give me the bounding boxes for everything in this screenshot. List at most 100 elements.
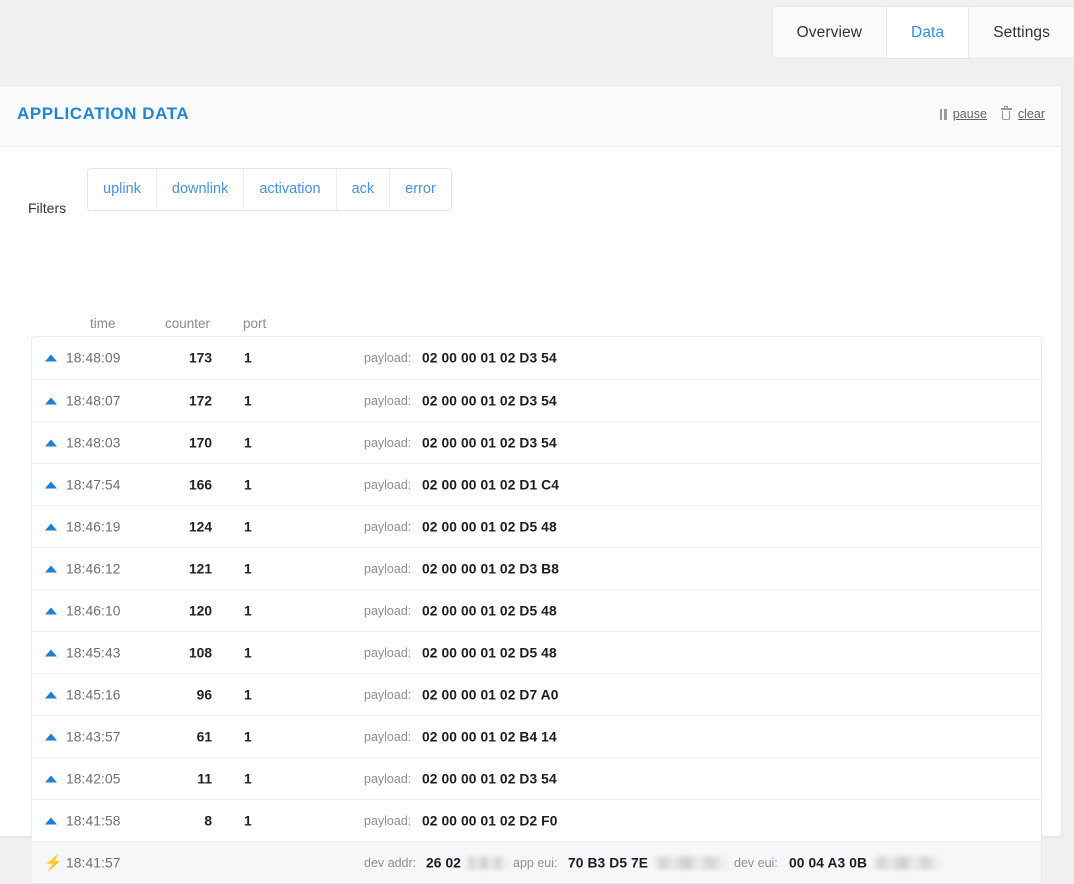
row-port: 1 <box>244 687 252 702</box>
dev-eui-value: 00 04 A3 0B <box>789 855 946 870</box>
dev-eui-label: dev eui: <box>734 856 778 870</box>
row-port: 1 <box>244 519 252 534</box>
row-time: 18:41:57 <box>66 855 121 870</box>
filter-downlink[interactable]: downlink <box>157 169 244 210</box>
tab-overview[interactable]: Overview <box>773 7 887 58</box>
app-eui-text: 70 B3 D5 7E <box>568 855 648 870</box>
row-counter: 124 <box>152 519 212 534</box>
row-port: 1 <box>244 393 252 408</box>
row-port: 1 <box>244 561 252 576</box>
card-header: APPLICATION DATA pause clear <box>0 86 1061 147</box>
payload-value: 02 00 00 01 02 B4 14 <box>422 729 557 744</box>
payload-label: payload: <box>364 562 411 576</box>
table-row[interactable]: 18:47:541661payload:02 00 00 01 02 D1 C4 <box>32 463 1041 505</box>
uplink-arrow-icon <box>45 481 57 488</box>
filters-row: Filters uplink downlink activation ack e… <box>0 168 1061 224</box>
payload-label: payload: <box>364 646 411 660</box>
payload-label: payload: <box>364 436 411 450</box>
row-time: 18:45:16 <box>66 687 121 702</box>
filter-uplink[interactable]: uplink <box>88 169 157 210</box>
uplink-arrow-icon <box>45 691 57 698</box>
table-column-headers: time counter port <box>31 316 1042 336</box>
row-counter: 173 <box>152 351 212 366</box>
row-counter: 172 <box>152 393 212 408</box>
table-row[interactable]: 18:48:031701payload:02 00 00 01 02 D3 54 <box>32 421 1041 463</box>
row-time: 18:45:43 <box>66 645 121 660</box>
tab-data-label: Data <box>911 24 944 42</box>
dev-eui-text: 00 04 A3 0B <box>789 855 867 870</box>
row-time: 18:42:05 <box>66 771 121 786</box>
table-row[interactable]: 18:48:091731payload:02 00 00 01 02 D3 54 <box>32 337 1041 379</box>
filter-ack[interactable]: ack <box>337 169 391 210</box>
table-row[interactable]: 18:41:5881payload:02 00 00 01 02 D2 F0 <box>32 799 1041 841</box>
row-counter: 108 <box>152 645 212 660</box>
uplink-arrow-icon <box>45 565 57 572</box>
row-counter: 8 <box>152 813 212 828</box>
column-header-port: port <box>243 316 266 331</box>
payload-label: payload: <box>364 394 411 408</box>
row-counter: 61 <box>152 729 212 744</box>
payload-value: 02 00 00 01 02 D3 B8 <box>422 561 559 576</box>
application-data-table: 18:48:091731payload:02 00 00 01 02 D3 54… <box>31 336 1042 884</box>
row-counter: 11 <box>152 771 212 786</box>
payload-label: payload: <box>364 730 411 744</box>
row-time: 18:48:03 <box>66 435 121 450</box>
table-row[interactable]: 18:46:121211payload:02 00 00 01 02 D3 B8 <box>32 547 1041 589</box>
row-port: 1 <box>244 603 252 618</box>
row-port: 1 <box>244 351 252 366</box>
row-time: 18:46:19 <box>66 519 121 534</box>
table-row[interactable]: 18:45:16961payload:02 00 00 01 02 D7 A0 <box>32 673 1041 715</box>
pause-button[interactable]: pause <box>940 107 987 121</box>
row-port: 1 <box>244 645 252 660</box>
table-row[interactable]: 18:45:43 108 1 payload: 02 00 00 01 02 D5 48 <box>32 631 1041 673</box>
row-time: 18:48:07 <box>66 393 121 408</box>
tab-data[interactable]: Data <box>887 7 969 58</box>
payload-label: payload: <box>364 604 411 618</box>
card-header-actions: pause clear <box>940 107 1045 121</box>
column-header-counter: counter <box>165 316 210 331</box>
uplink-arrow-icon <box>45 523 57 530</box>
uplink-arrow-icon <box>45 649 57 656</box>
payload-label: payload: <box>364 520 411 534</box>
page-title: APPLICATION DATA <box>17 104 189 124</box>
payload-value: 02 00 00 01 02 D5 48 <box>422 645 557 660</box>
uplink-arrow-icon <box>45 439 57 446</box>
uplink-arrow-icon <box>45 775 57 782</box>
row-port: 1 <box>244 477 252 492</box>
app-eui-label: app eui: <box>513 856 557 870</box>
clear-button-label: clear <box>1018 107 1045 121</box>
payload-label: payload: <box>364 814 411 828</box>
column-header-time: time <box>90 316 116 331</box>
payload-label: payload: <box>364 688 411 702</box>
row-time: 18:41:58 <box>66 813 121 828</box>
payload-label: payload: <box>364 478 411 492</box>
payload-label: payload: <box>364 772 411 786</box>
tab-overview-label: Overview <box>797 24 862 42</box>
table-row[interactable]: 18:43:57611payload:02 00 00 01 02 B4 14 <box>32 715 1041 757</box>
table-row[interactable]: 18:48:071721payload:02 00 00 01 02 D3 54 <box>32 379 1041 421</box>
filter-error[interactable]: error <box>390 169 451 210</box>
payload-value: 02 00 00 01 02 D3 54 <box>422 771 557 786</box>
table-row[interactable]: 18:46:101201payload:02 00 00 01 02 D5 48 <box>32 589 1041 631</box>
row-port: 1 <box>244 435 252 450</box>
tab-settings-label: Settings <box>993 24 1050 42</box>
filter-activation[interactable]: activation <box>244 169 336 210</box>
trash-icon <box>1001 108 1012 120</box>
payload-value: 02 00 00 01 02 D7 A0 <box>422 687 559 702</box>
dev-addr-value: 26 02 <box>426 855 510 870</box>
table-row[interactable]: 18:42:05111payload:02 00 00 01 02 D3 54 <box>32 757 1041 799</box>
uplink-arrow-icon <box>45 607 57 614</box>
row-port: 1 <box>244 813 252 828</box>
row-time: 18:47:54 <box>66 477 121 492</box>
table-row-activation[interactable]: ⚡18:41:57dev addr:26 02app eui:70 B3 D5 … <box>32 841 1041 883</box>
uplink-arrow-icon <box>45 397 57 404</box>
top-tab-bar: Overview Data Settings <box>772 6 1074 59</box>
table-row[interactable]: 18:46:191241payload:02 00 00 01 02 D5 48 <box>32 505 1041 547</box>
uplink-arrow-icon <box>45 733 57 740</box>
tab-settings[interactable]: Settings <box>969 7 1074 58</box>
clear-button[interactable]: clear <box>1001 107 1045 121</box>
payload-value: 02 00 00 01 02 D1 C4 <box>422 477 559 492</box>
row-time: 18:43:57 <box>66 729 121 744</box>
row-time: 18:46:10 <box>66 603 121 618</box>
app-eui-value: 70 B3 D5 7E <box>568 855 733 870</box>
